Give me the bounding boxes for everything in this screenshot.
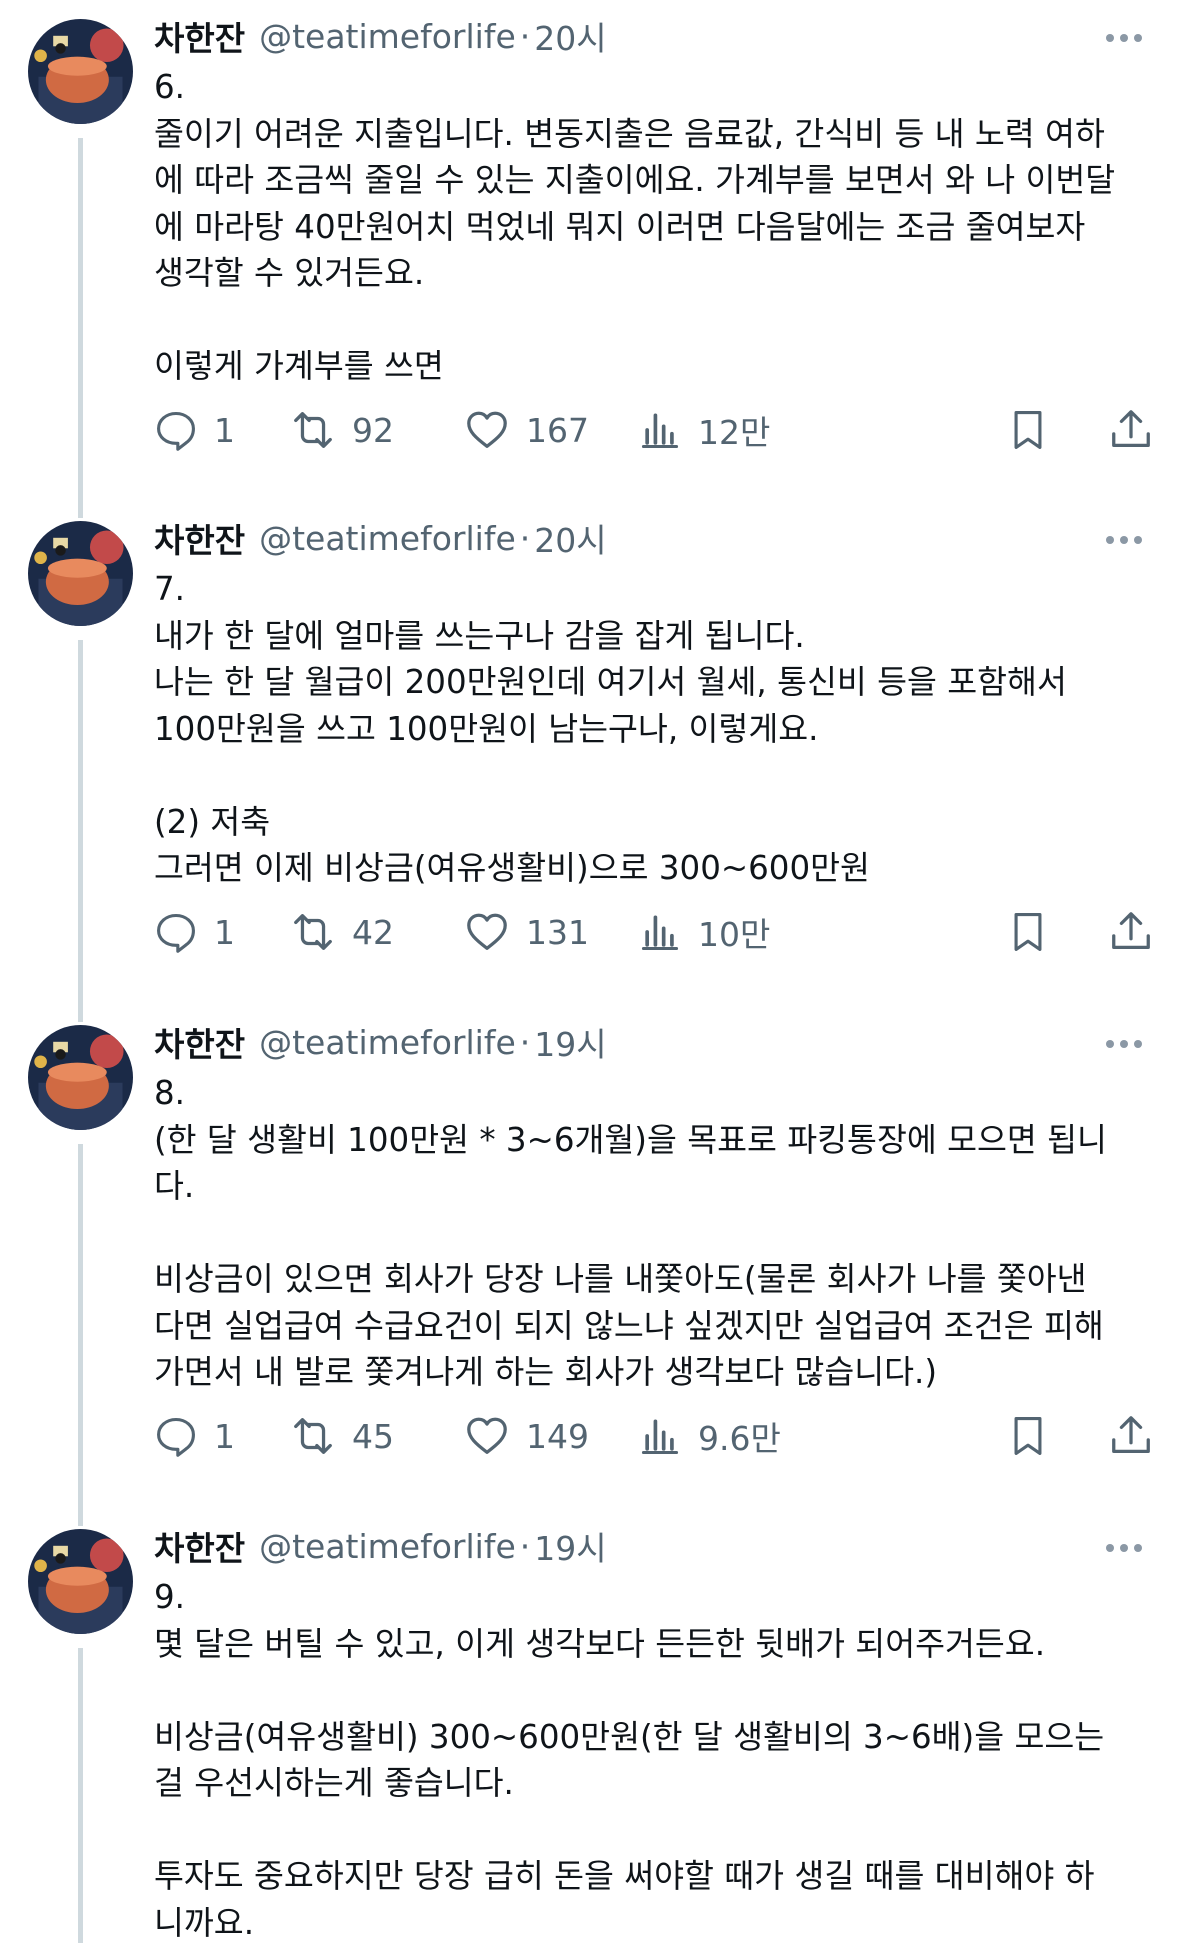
timestamp[interactable]: 19시	[534, 1522, 606, 1570]
avatar[interactable]	[28, 521, 133, 626]
heart-icon	[467, 1417, 507, 1454]
tweet-text: 9. 몇 달은 버틸 수 있고, 이게 생각보다 든든한 뒷배가 되어주거든요.…	[154, 1578, 1105, 1942]
share-icon	[1112, 410, 1150, 447]
share-icon	[1112, 1416, 1150, 1453]
tweet-header: 차한잔 @teatimeforlife · 19시	[154, 1018, 607, 1066]
author-name[interactable]: 차한잔	[154, 1522, 245, 1570]
reply-button[interactable]: 1	[154, 400, 235, 460]
view-count: 9.6만	[698, 1419, 781, 1458]
tweet-text: 6. 줄이기 어려운 지출입니다. 변동지출은 음료값, 간식비 등 내 노력 …	[154, 68, 1116, 385]
reply-count: 1	[214, 912, 235, 952]
bookmark-icon	[1014, 913, 1042, 951]
author-handle[interactable]: @teatimeforlife	[259, 1527, 516, 1566]
tweet-text: 7. 내가 한 달에 얼마를 쓰는구나 감을 잡게 됩니다. 나는 한 달 월급…	[154, 570, 1067, 887]
view-count: 12만	[698, 413, 771, 452]
share-button[interactable]	[1108, 902, 1154, 962]
more-icon[interactable]	[1100, 1524, 1148, 1572]
tweet-header: 차한잔 @teatimeforlife · 20시	[154, 514, 607, 562]
retweet-icon	[294, 1418, 332, 1454]
author-name[interactable]: 차한잔	[154, 12, 245, 60]
thread-line	[78, 502, 83, 518]
reply-icon	[157, 411, 195, 451]
views-icon	[641, 413, 679, 449]
thread: 차한잔 @teatimeforlife · 20시 6. 줄이기 어려운 지출입…	[0, 0, 1179, 1943]
views-button[interactable]: 12만	[638, 400, 770, 460]
thread-line	[78, 138, 83, 502]
bookmark-icon	[1014, 411, 1042, 449]
avatar[interactable]	[28, 19, 133, 124]
reply-count: 1	[214, 1416, 235, 1456]
views-icon	[641, 1419, 679, 1455]
retweet-button[interactable]: 45	[290, 1406, 394, 1466]
more-icon[interactable]	[1100, 14, 1148, 62]
like-count: 167	[526, 410, 589, 450]
reply-button[interactable]: 1	[154, 1406, 235, 1466]
bookmark-button[interactable]	[1006, 1406, 1050, 1466]
tweet[interactable]: 차한잔 @teatimeforlife · 20시 6. 줄이기 어려운 지출입…	[0, 0, 1179, 502]
retweet-button[interactable]: 92	[290, 400, 394, 460]
retweet-icon	[294, 914, 332, 950]
tweet[interactable]: 차한잔 @teatimeforlife · 20시 7. 내가 한 달에 얼마를…	[0, 502, 1179, 1006]
like-count: 149	[526, 1416, 589, 1456]
view-count: 10만	[698, 915, 771, 954]
author-name[interactable]: 차한잔	[154, 514, 245, 562]
author-handle[interactable]: @teatimeforlife	[259, 17, 516, 56]
views-button[interactable]: 10만	[638, 902, 770, 962]
retweet-button[interactable]: 42	[290, 902, 394, 962]
views-icon	[641, 915, 679, 951]
separator-dot: ·	[519, 1022, 531, 1062]
reply-count: 1	[214, 410, 235, 450]
tweet-text: 8. (한 달 생활비 100만원 * 3~6개월)을 목표로 파킹통장에 모으…	[154, 1074, 1107, 1391]
like-count: 131	[526, 912, 589, 952]
like-button[interactable]: 131	[464, 902, 589, 962]
author-handle[interactable]: @teatimeforlife	[259, 1023, 516, 1062]
timestamp[interactable]: 20시	[534, 514, 606, 562]
retweet-count: 92	[352, 410, 394, 450]
thread-line	[78, 1510, 83, 1526]
heart-icon	[467, 913, 507, 950]
reply-icon	[157, 1417, 195, 1457]
thread-line	[78, 1648, 83, 1943]
timestamp[interactable]: 20시	[534, 12, 606, 60]
share-button[interactable]	[1108, 1406, 1154, 1466]
more-icon[interactable]	[1100, 1020, 1148, 1068]
retweet-count: 45	[352, 1416, 394, 1456]
like-button[interactable]: 167	[464, 400, 589, 460]
avatar-image	[28, 521, 133, 626]
bookmark-button[interactable]	[1006, 400, 1050, 460]
avatar-image	[28, 19, 133, 124]
retweet-icon	[294, 412, 332, 448]
action-bar: 1 45 149 9.6만	[154, 1406, 1154, 1466]
like-button[interactable]: 149	[464, 1406, 589, 1466]
tweet-header: 차한잔 @teatimeforlife · 19시	[154, 1522, 607, 1570]
retweet-count: 42	[352, 912, 394, 952]
bookmark-button[interactable]	[1006, 902, 1050, 962]
timestamp[interactable]: 19시	[534, 1018, 606, 1066]
action-bar: 1 42 131 10만	[154, 902, 1154, 962]
author-handle[interactable]: @teatimeforlife	[259, 519, 516, 558]
separator-dot: ·	[519, 518, 531, 558]
reply-icon	[157, 913, 195, 953]
tweet[interactable]: 차한잔 @teatimeforlife · 19시 9. 몇 달은 버틸 수 있…	[0, 1510, 1179, 1943]
tweet-header: 차한잔 @teatimeforlife · 20시	[154, 12, 607, 60]
thread-line	[78, 1006, 83, 1022]
share-button[interactable]	[1108, 400, 1154, 460]
heart-icon	[467, 411, 507, 448]
avatar-image	[28, 1025, 133, 1130]
avatar-image	[28, 1529, 133, 1634]
reply-button[interactable]: 1	[154, 902, 235, 962]
action-bar: 1 92 167 12만	[154, 400, 1154, 460]
share-icon	[1112, 912, 1150, 949]
views-button[interactable]: 9.6만	[638, 1406, 781, 1466]
separator-dot: ·	[519, 16, 531, 56]
thread-line	[78, 640, 83, 1006]
more-icon[interactable]	[1100, 516, 1148, 564]
author-name[interactable]: 차한잔	[154, 1018, 245, 1066]
avatar[interactable]	[28, 1025, 133, 1130]
tweet[interactable]: 차한잔 @teatimeforlife · 19시 8. (한 달 생활비 10…	[0, 1006, 1179, 1510]
avatar[interactable]	[28, 1529, 133, 1634]
thread-line	[78, 1144, 83, 1510]
separator-dot: ·	[519, 1526, 531, 1566]
bookmark-icon	[1014, 1417, 1042, 1455]
